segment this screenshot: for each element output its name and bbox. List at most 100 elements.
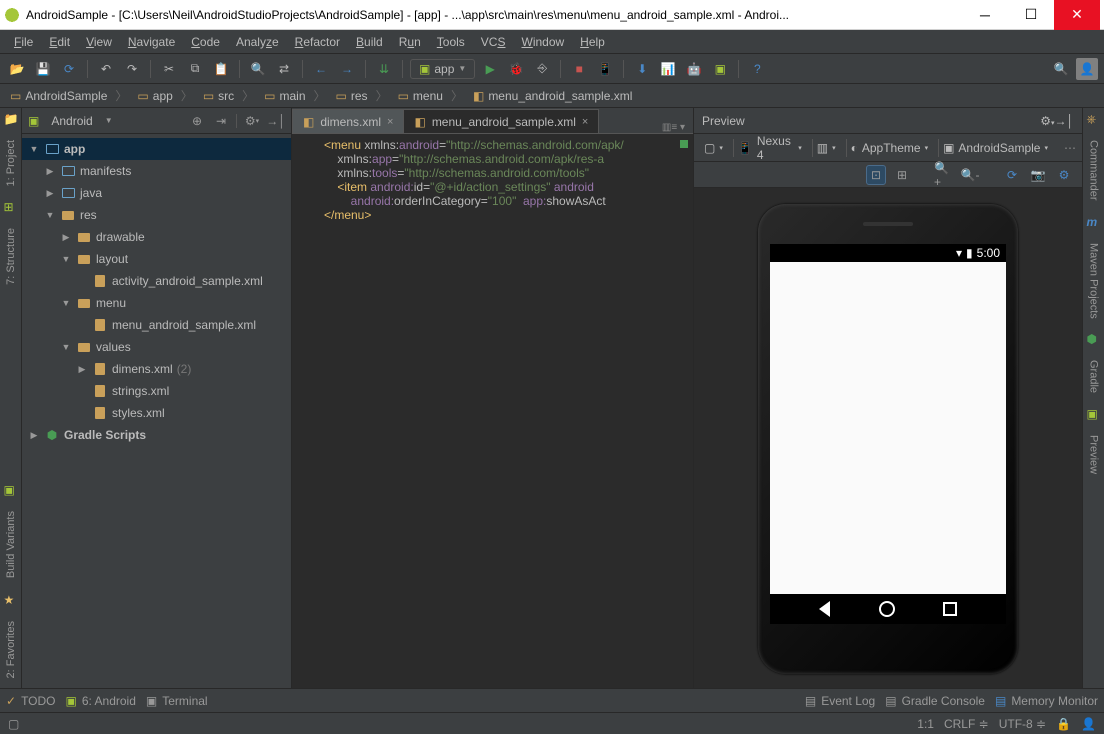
save-icon[interactable]: 💾 — [32, 58, 54, 80]
crumb-project[interactable]: ▭AndroidSample — [6, 87, 131, 104]
tab-todo[interactable]: ✓TODO — [6, 694, 56, 708]
node-layout-file[interactable]: activity_android_sample.xml — [22, 270, 291, 292]
node-values[interactable]: ▼values — [22, 336, 291, 358]
node-java[interactable]: ▶java — [22, 182, 291, 204]
monitor-icon[interactable]: 📊 — [657, 58, 679, 80]
tab-menu-android-sample[interactable]: ◧menu_android_sample.xml× — [403, 109, 599, 133]
code-content[interactable]: <menu xmlns:android="http://schemas.andr… — [324, 138, 679, 684]
tab-maven[interactable]: Maven Projects — [1086, 237, 1102, 325]
zoom-out-icon[interactable]: 🔍- — [960, 165, 980, 185]
menu-help[interactable]: Help — [572, 30, 613, 54]
back-icon[interactable]: ← — [310, 58, 332, 80]
tab-build-variants[interactable]: Build Variants — [3, 505, 19, 584]
menu-window[interactable]: Window — [513, 30, 572, 54]
status-encoding[interactable]: UTF-8 ≑ — [999, 717, 1046, 731]
run-icon[interactable]: ▶ — [479, 58, 501, 80]
node-app[interactable]: ▼app — [22, 138, 291, 160]
crumb-src[interactable]: ▭src — [199, 87, 258, 104]
tab-commander[interactable]: Commander — [1086, 134, 1102, 207]
copy-icon[interactable]: ⧉ — [184, 58, 206, 80]
tab-structure[interactable]: 7: Structure — [3, 222, 19, 291]
cut-icon[interactable]: ✂ — [158, 58, 180, 80]
redo-icon[interactable]: ↷ — [121, 58, 143, 80]
node-res[interactable]: ▼res — [22, 204, 291, 226]
hide-icon[interactable]: →│ — [267, 112, 285, 130]
crumb-main[interactable]: ▭main — [260, 87, 329, 104]
minimize-button[interactable]: ─ — [962, 0, 1008, 30]
screenshot-icon[interactable]: 📷 — [1028, 165, 1048, 185]
project-view-dropdown[interactable]: Android — [45, 112, 98, 130]
tab-close-icon[interactable]: × — [387, 116, 393, 128]
avd-icon[interactable]: 📱 — [594, 58, 616, 80]
menu-analyze[interactable]: Analyze — [228, 30, 287, 54]
open-icon[interactable]: 📂 — [6, 58, 28, 80]
collapse-icon[interactable]: ⇥ — [212, 112, 230, 130]
sdk-icon[interactable]: ⬇ — [631, 58, 653, 80]
node-gradle-scripts[interactable]: ▶⬢Gradle Scripts — [22, 424, 291, 446]
android-sdk-icon[interactable]: ▣ — [709, 58, 731, 80]
zoom-in-icon[interactable]: 🔍+ — [934, 165, 954, 185]
preview-canvas[interactable]: ▾ ▮ 5:00 — [694, 188, 1082, 688]
node-menu[interactable]: ▼menu — [22, 292, 291, 314]
sync-icon[interactable]: ⟳ — [58, 58, 80, 80]
tab-close-icon[interactable]: × — [582, 116, 588, 128]
make-icon[interactable]: ⇊ — [373, 58, 395, 80]
theme-dropdown[interactable]: ◐AppTheme▾ — [846, 139, 932, 157]
tab-gradle[interactable]: Gradle — [1086, 354, 1102, 399]
android-avd-icon[interactable]: 🤖 — [683, 58, 705, 80]
menu-code[interactable]: Code — [183, 30, 228, 54]
code-editor[interactable]: <menu xmlns:android="http://schemas.andr… — [292, 134, 693, 688]
stop-icon[interactable]: ■ — [568, 58, 590, 80]
device-dropdown[interactable]: 📱Nexus 4▾ — [733, 139, 806, 157]
menu-view[interactable]: View — [78, 30, 120, 54]
menu-run[interactable]: Run — [391, 30, 429, 54]
undo-icon[interactable]: ↶ — [95, 58, 117, 80]
menu-tools[interactable]: Tools — [429, 30, 473, 54]
module-dropdown[interactable]: ▣AndroidSample▾ — [938, 139, 1052, 157]
help-icon[interactable]: ? — [746, 58, 768, 80]
node-strings[interactable]: strings.xml — [22, 380, 291, 402]
user-icon[interactable]: 👤 — [1076, 58, 1098, 80]
menu-file[interactable]: File — [6, 30, 41, 54]
zoom-actual-icon[interactable]: ⊞ — [892, 165, 912, 185]
project-tree[interactable]: ▼app ▶manifests ▶java ▼res ▶drawable ▼la… — [22, 134, 291, 688]
status-line-ending[interactable]: CRLF ≑ — [944, 717, 989, 731]
menu-vcs[interactable]: VCS — [473, 30, 514, 54]
api-dropdown[interactable]: ▥▾ — [812, 139, 840, 157]
run-config-dropdown[interactable]: ▣ app ▼ — [410, 59, 475, 79]
tab-terminal[interactable]: ▣Terminal — [146, 694, 208, 708]
menu-build[interactable]: Build — [348, 30, 391, 54]
hide-icon[interactable]: →│ — [1055, 114, 1075, 128]
node-menu-file[interactable]: menu_android_sample.xml — [22, 314, 291, 336]
tab-memory-monitor[interactable]: ▤Memory Monitor — [995, 694, 1098, 708]
crumb-app[interactable]: ▭app — [133, 87, 196, 104]
menu-navigate[interactable]: Navigate — [120, 30, 183, 54]
tab-project[interactable]: 1: Project — [3, 134, 19, 192]
replace-icon[interactable]: ⇄ — [273, 58, 295, 80]
node-styles[interactable]: styles.xml — [22, 402, 291, 424]
crumb-menu[interactable]: ▭menu — [394, 87, 467, 104]
menu-refactor[interactable]: Refactor — [287, 30, 348, 54]
node-layout[interactable]: ▼layout — [22, 248, 291, 270]
forward-icon[interactable]: → — [336, 58, 358, 80]
attach-icon[interactable]: ⎆ — [531, 58, 553, 80]
maximize-button[interactable]: ☐ — [1008, 0, 1054, 30]
debug-icon[interactable]: 🐞 — [505, 58, 527, 80]
status-position[interactable]: 1:1 — [917, 717, 934, 731]
node-drawable[interactable]: ▶drawable — [22, 226, 291, 248]
close-button[interactable]: ✕ — [1054, 0, 1100, 30]
search-icon[interactable]: 🔍 — [1050, 58, 1072, 80]
zoom-fit-icon[interactable]: ⊡ — [866, 165, 886, 185]
settings-icon[interactable]: ⚙ — [1054, 165, 1074, 185]
scroll-from-source-icon[interactable]: ⊕ — [188, 112, 206, 130]
tab-preview[interactable]: Preview — [1086, 429, 1102, 480]
orientation-dropdown[interactable]: ▢▾ — [700, 139, 727, 157]
crumb-file[interactable]: ◧menu_android_sample.xml — [469, 89, 644, 103]
gear-icon[interactable]: ⚙▾ — [243, 112, 261, 130]
find-icon[interactable]: 🔍 — [247, 58, 269, 80]
status-lock-icon[interactable]: 🔒 — [1056, 717, 1071, 731]
tab-dimens[interactable]: ◧dimens.xml× — [292, 109, 404, 133]
status-toggle-icon[interactable]: ▢ — [8, 717, 19, 731]
node-manifests[interactable]: ▶manifests — [22, 160, 291, 182]
paste-icon[interactable]: 📋 — [210, 58, 232, 80]
